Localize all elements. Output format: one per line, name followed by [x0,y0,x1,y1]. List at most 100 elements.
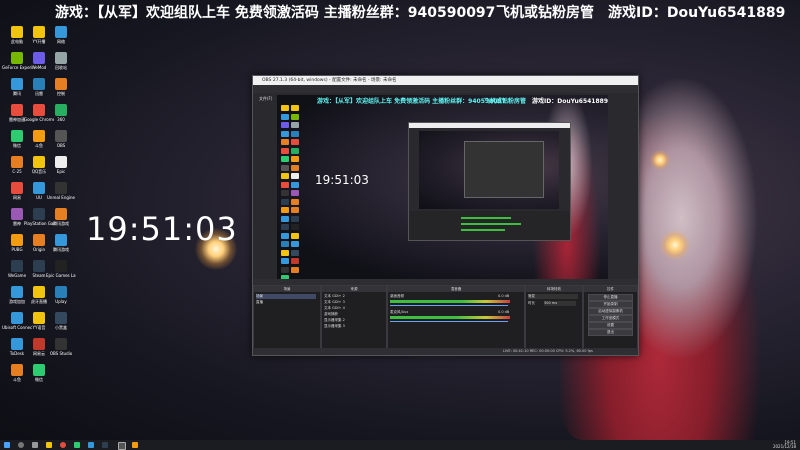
app-icon [55,234,67,246]
mixer-channel-db: 0.0 dB [498,310,510,314]
studio-mode-button[interactable]: 工作室模式 [588,315,633,322]
task-view-icon[interactable] [32,442,38,448]
volume-slider[interactable] [390,321,508,322]
preview-desktop-icon [291,130,299,137]
taskbar: 19:51 2021/12/18 [0,440,800,450]
nested-inner-window [464,141,544,198]
transition-type-select[interactable]: 渐变 [528,294,578,299]
app-icon [33,312,45,324]
desktop-icon[interactable]: 网络 [46,26,76,54]
start-recording-button[interactable]: 开始录制 [588,301,633,308]
app-icon [55,26,67,38]
app-icon [11,78,23,90]
app-icon [11,234,23,246]
desktop-icon[interactable]: Epic Games Launcher [46,260,76,288]
app-icon [33,182,45,194]
desktop-icon[interactable]: 小黑盒 [46,312,76,340]
app-icon [33,26,45,38]
sources-dock-title: 来源 [322,286,386,292]
exit-button[interactable]: 退出 [588,329,633,336]
settings-button[interactable]: 设置 [588,322,633,329]
search-icon[interactable] [18,442,24,448]
preview-nested-obs [408,122,571,241]
nested-title-bar [409,123,570,128]
desktop-icon-label: 腾讯游戏 [53,247,69,252]
menu-file[interactable]: 文件(F) [259,95,272,103]
douyu-icon[interactable] [132,442,138,448]
desktop-icon[interactable]: 360 [46,104,76,132]
preview-desktop-icon [291,156,299,162]
source-item[interactable]: 显示器采集 3 [324,324,345,329]
desktop-icon[interactable]: 微信 [24,364,54,392]
wechat-icon[interactable] [74,442,80,448]
preview-desktop-icon [281,258,289,264]
start-icon[interactable] [4,442,10,448]
desktop-icon[interactable]: 腾讯游戏 [46,234,76,262]
preview-desktop-icon [291,266,299,273]
nested-preview [419,131,559,209]
stream-overlay-text-2: 飞机或钻粉房管 [496,5,594,21]
qq-icon[interactable] [88,442,94,448]
steam-icon[interactable] [102,442,108,448]
desktop-icon-label: 小黑盒 [55,325,67,330]
desktop-icon-label: 控制 [57,91,65,96]
desktop-icon-label: Unreal Engine [46,195,76,200]
app-icon [11,26,23,38]
preview-clock: 19:51:03 [315,173,369,187]
source-item[interactable]: 显示器采集 2 [324,318,345,323]
virtual-camera-button[interactable]: 启动虚拟摄像机 [588,308,633,315]
source-item[interactable]: 文本 GDI+ 3 [324,300,345,305]
obs-preview[interactable]: 游戏：【从军】欢迎组队上车 免费领激活码 主播粉丝群：940590097 飞机或… [277,95,608,279]
app-icon [55,260,67,272]
desktop-icon[interactable]: Unreal Engine [46,182,76,210]
app-icon [55,78,67,90]
obs-title-bar[interactable]: OBS 27.1.3 (64-bit, windows) - 配置文件: 未命名… [253,76,638,93]
preview-desktop-icon [291,105,299,111]
nested-meter [461,217,511,219]
app-icon [33,130,45,142]
desktop-icon[interactable]: Uplay [46,286,76,314]
app-icon [11,104,23,116]
desktop-icon[interactable]: OBS Studio [46,338,76,366]
app-icon [55,130,67,142]
taskbar-clock[interactable]: 19:51 2021/12/18 [773,441,796,449]
preview-desktop-icon [281,266,289,273]
obs-window[interactable]: OBS 27.1.3 (64-bit, windows) - 配置文件: 未命名… [252,75,639,356]
preview-desktop-icon [281,130,289,137]
preview-desktop-icon [281,122,289,128]
nested-docks [409,211,570,240]
obs-taskbar-icon[interactable] [118,442,126,450]
preview-desktop-icon [291,207,299,213]
desktop-icon[interactable]: OBS [46,130,76,158]
desktop-clock-overlay: 19:51:03 [86,210,238,248]
wallpaper-light [660,230,690,260]
preview-overlay-text-1: 游戏：【从军】欢迎组队上车 免费领激活码 主播粉丝群：940590097 [317,98,506,105]
duration-input[interactable]: 300 ms [544,301,576,306]
chrome-icon[interactable] [60,442,66,448]
preview-desktop-icon [281,173,289,179]
stop-streaming-button[interactable]: 停止直播 [588,294,633,301]
mixer-channel-name: 桌面音频 [390,294,404,298]
desktop-icon[interactable]: 腾讯游戏 [46,208,76,236]
app-icon [33,260,45,272]
desktop-icon[interactable]: 控制 [46,78,76,106]
app-icon [55,182,67,194]
sources-dock: 来源 文本 GDI+ 2 文本 GDI+ 3 文本 GDI+ 4 游戏捕获 显示… [321,285,387,349]
scene-item[interactable]: 场景 [256,294,316,299]
desktop-icon-label: 腾讯游戏 [53,221,69,226]
desktop-icon[interactable]: 回收站 [46,52,76,80]
nested-meter [461,223,521,225]
source-item[interactable]: 文本 GDI+ 4 [324,306,345,311]
stream-overlay-text-1: 游戏：【从军】欢迎组队上车 免费领激活码 主播粉丝群：940590097 [55,5,496,21]
desktop-icon[interactable]: Epic [46,156,76,184]
preview-desktop-icon [281,181,289,188]
app-icon [55,208,67,220]
source-item[interactable]: 游戏捕获 [324,312,338,317]
app-icon [33,104,45,116]
volume-slider[interactable] [390,305,508,306]
scene-item[interactable]: 直播 [256,300,263,305]
source-item[interactable]: 文本 GDI+ 2 [324,294,345,299]
explorer-icon[interactable] [46,442,52,448]
app-icon [33,208,45,220]
preview-desktop-icon [291,215,299,222]
